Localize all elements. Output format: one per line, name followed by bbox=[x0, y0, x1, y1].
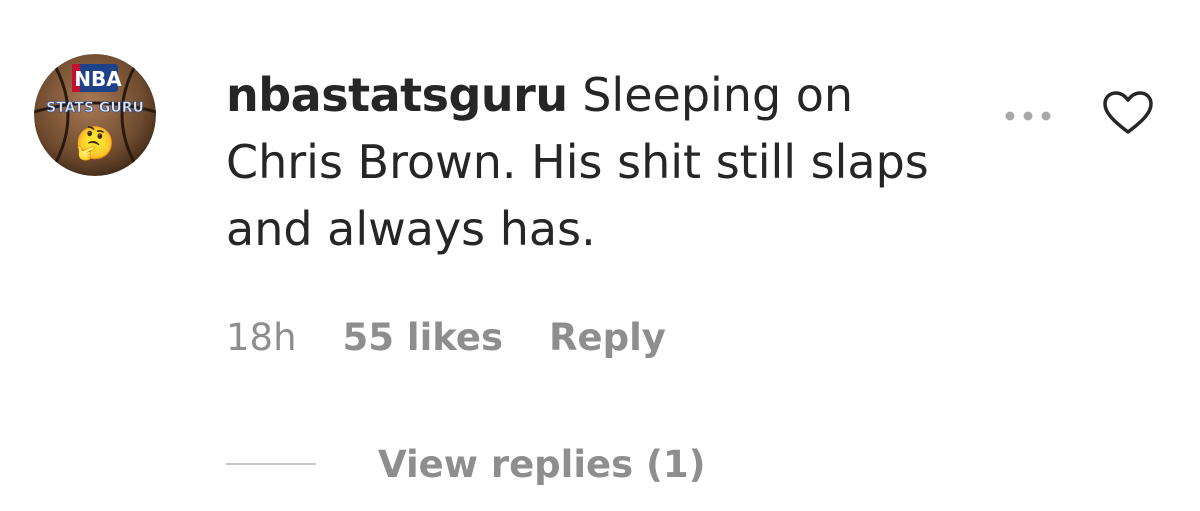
avatar-caption-text: STATS GURU bbox=[46, 100, 144, 116]
avatar-logo-text: NBA bbox=[74, 67, 122, 91]
comment-meta-row: 18h 55 likes Reply bbox=[226, 310, 666, 364]
view-replies-row: View replies (1) bbox=[226, 436, 706, 492]
view-replies-button[interactable]: View replies (1) bbox=[378, 443, 706, 486]
comment-timestamp[interactable]: 18h bbox=[226, 316, 297, 359]
thinking-face-icon: 🤔 bbox=[75, 124, 115, 162]
likes-count-button[interactable]: 55 likes bbox=[343, 316, 503, 359]
nba-stats-guru-logo-icon: NBA STATS GURU 🤔 bbox=[34, 54, 156, 176]
more-options-icon[interactable] bbox=[1000, 106, 1060, 126]
reply-button[interactable]: Reply bbox=[549, 316, 666, 359]
heart-outline-icon[interactable] bbox=[1102, 90, 1154, 136]
comment-username[interactable]: nbastatsguru bbox=[226, 68, 568, 122]
replies-divider bbox=[226, 463, 316, 465]
comment-body: nbastatsguru Sleeping on Chris Brown. Hi… bbox=[226, 62, 966, 263]
avatar[interactable]: NBA STATS GURU 🤔 bbox=[34, 54, 156, 176]
